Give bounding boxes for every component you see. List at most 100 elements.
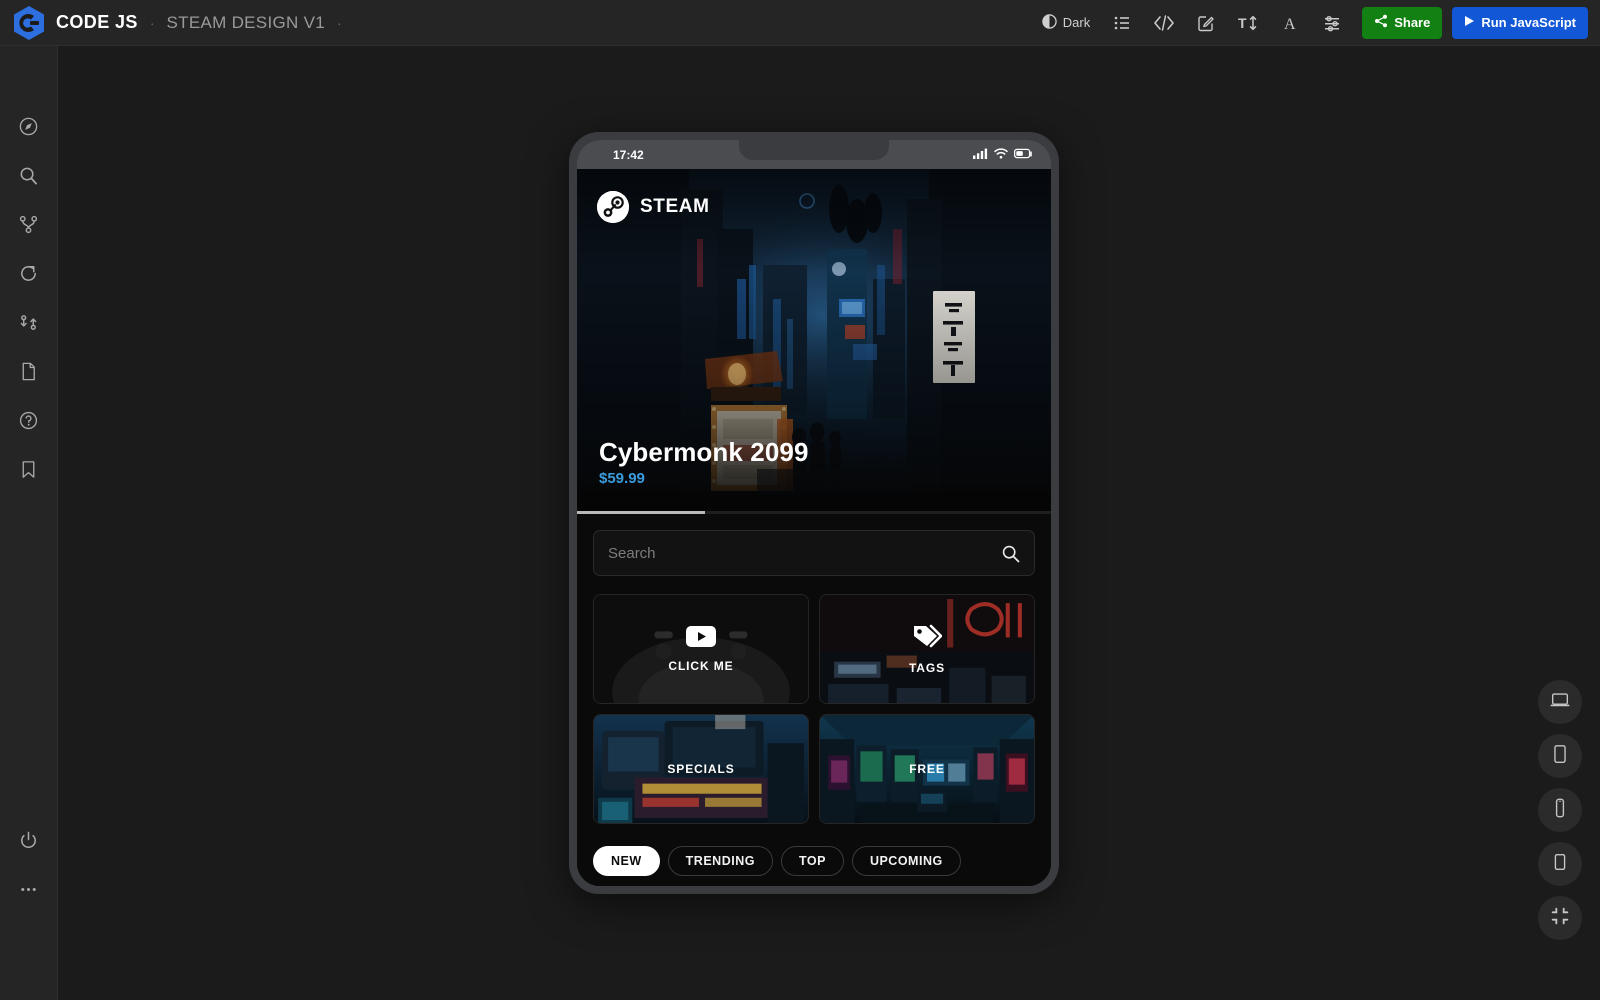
more-icon: [18, 879, 39, 905]
sidebar-item-sync[interactable]: [9, 300, 49, 349]
toolbar-actions: Dark T A Share Run JavaScript: [1032, 6, 1600, 40]
tags-icon: [912, 623, 943, 654]
svg-text:T: T: [1238, 15, 1247, 31]
search-input[interactable]: [608, 544, 1001, 562]
hero-game-title: Cybermonk 2099: [599, 436, 809, 467]
device-tablet-small-icon: [1549, 851, 1571, 878]
sync-icon: [18, 312, 39, 338]
device-preview-rail: [1538, 680, 1582, 940]
top-toolbar: CODE JS · STEAM DESIGN V1 · Dark T A Sha…: [0, 0, 1600, 46]
card-content: FREE: [909, 762, 945, 776]
brand-name: CODE JS: [56, 12, 138, 32]
cellular-icon: [973, 148, 988, 162]
tab-trending[interactable]: TRENDING: [667, 846, 773, 876]
tab-upcoming[interactable]: UPCOMING: [851, 846, 961, 876]
progress-fill: [577, 511, 705, 514]
card-label: TAGS: [908, 661, 946, 675]
edit-icon[interactable]: [1186, 6, 1226, 40]
card-label: FREE: [909, 762, 945, 776]
sidebar-item-help[interactable]: [9, 398, 49, 447]
battery-icon: [1013, 148, 1033, 162]
fullscreen-exit-icon: [1549, 905, 1571, 932]
bookmark-icon: [18, 459, 39, 485]
device-tablet-icon: [1549, 743, 1571, 770]
sidebar-bottom-group: [9, 818, 49, 1000]
brand-separator: ·: [149, 14, 155, 31]
category-grid: CLICK ME TAGS SPECIALS FREE: [593, 594, 1035, 824]
sidebar-item-compass[interactable]: [9, 104, 49, 153]
device-laptop-icon: [1549, 689, 1571, 716]
search-icon: [18, 165, 39, 191]
brand-separator-2: ·: [336, 14, 342, 31]
device-tablet-button[interactable]: [1538, 734, 1582, 778]
steam-logo-icon: [597, 191, 629, 223]
card-specials[interactable]: SPECIALS: [593, 714, 809, 824]
card-content: CLICK ME: [668, 625, 734, 673]
text-size-icon[interactable]: T: [1228, 6, 1268, 40]
phone-notch: [739, 140, 889, 160]
sidebar-item-more[interactable]: [9, 867, 49, 916]
steam-wordmark: STEAM: [640, 196, 710, 217]
tab-new[interactable]: NEW: [593, 846, 660, 876]
device-tablet-small-button[interactable]: [1538, 842, 1582, 886]
status-indicators: [973, 147, 1033, 162]
run-label: Run JavaScript: [1481, 15, 1576, 30]
hero-banner[interactable]: STEAM Cybermonk 2099 $59.99: [577, 169, 1051, 511]
card-tags[interactable]: TAGS: [819, 594, 1035, 704]
device-status-bar: 17:42: [577, 140, 1051, 169]
hero-game-price: $59.99: [599, 470, 645, 487]
tab-top[interactable]: TOP: [780, 846, 844, 876]
card-content: TAGS: [909, 623, 945, 675]
play-button-icon: [685, 625, 716, 652]
card-label: SPECIALS: [667, 762, 735, 776]
preview-canvas: 17:42 STEAM Cybermonk 2099 $59.99 Search…: [58, 46, 1600, 1000]
sidebar-item-bookmark[interactable]: [9, 447, 49, 496]
phone-screen: 17:42 STEAM Cybermonk 2099 $59.99 Search…: [577, 140, 1051, 886]
sidebar-item-branches[interactable]: [9, 202, 49, 251]
list-icon[interactable]: [1102, 6, 1142, 40]
card-free[interactable]: FREE: [819, 714, 1035, 824]
sidebar-item-search[interactable]: [9, 153, 49, 202]
compass-icon: [18, 116, 39, 142]
git-branch-icon: [18, 214, 39, 240]
card-label: CLICK ME: [668, 658, 734, 673]
search-icon[interactable]: [1001, 544, 1020, 563]
device-phone-icon: [1549, 797, 1571, 824]
sidebar-item-file[interactable]: [9, 349, 49, 398]
power-icon: [18, 830, 39, 856]
filter-tabs: NEW TRENDING TOP UPCOMING: [593, 824, 1035, 886]
steam-brand: STEAM: [597, 191, 710, 223]
font-icon[interactable]: A: [1270, 6, 1310, 40]
card-click-me[interactable]: CLICK ME: [593, 594, 809, 704]
wifi-icon: [994, 147, 1008, 162]
device-phone-button[interactable]: [1538, 788, 1582, 832]
hero-meta: Cybermonk 2099 $59.99: [599, 436, 809, 487]
app-screen: STEAM Cybermonk 2099 $59.99 Search CLICK…: [577, 169, 1051, 886]
code-icon[interactable]: [1144, 6, 1184, 40]
app-brand: CODE JS · STEAM DESIGN V1 ·: [0, 5, 344, 41]
app-content: CLICK ME: [577, 514, 1051, 886]
theme-toggle[interactable]: Dark: [1032, 8, 1100, 38]
card-content: SPECIALS: [667, 762, 734, 776]
search-bar[interactable]: [593, 530, 1035, 576]
project-name[interactable]: STEAM DESIGN V1: [167, 13, 325, 33]
refresh-icon: [18, 263, 39, 289]
fullscreen-exit-button[interactable]: [1538, 896, 1582, 940]
sidebar-item-power[interactable]: [9, 818, 49, 867]
status-time: 17:42: [613, 147, 644, 162]
progress-track[interactable]: [577, 511, 1051, 514]
share-label: Share: [1394, 15, 1431, 30]
settings-sliders-icon[interactable]: [1312, 6, 1352, 40]
code-js-logo-icon: [12, 5, 46, 41]
sidebar-item-refresh[interactable]: [9, 251, 49, 300]
left-sidebar: [0, 46, 58, 1000]
run-javascript-button[interactable]: Run JavaScript: [1452, 6, 1588, 39]
svg-text:A: A: [1284, 16, 1296, 32]
theme-label: Dark: [1062, 15, 1091, 30]
phone-mockup: 17:42 STEAM Cybermonk 2099 $59.99 Search…: [569, 132, 1059, 894]
half-circle-icon: [1042, 13, 1057, 32]
share-button[interactable]: Share: [1362, 6, 1443, 39]
file-icon: [18, 361, 39, 387]
play-icon: [1464, 15, 1475, 30]
device-laptop-button[interactable]: [1538, 680, 1582, 724]
